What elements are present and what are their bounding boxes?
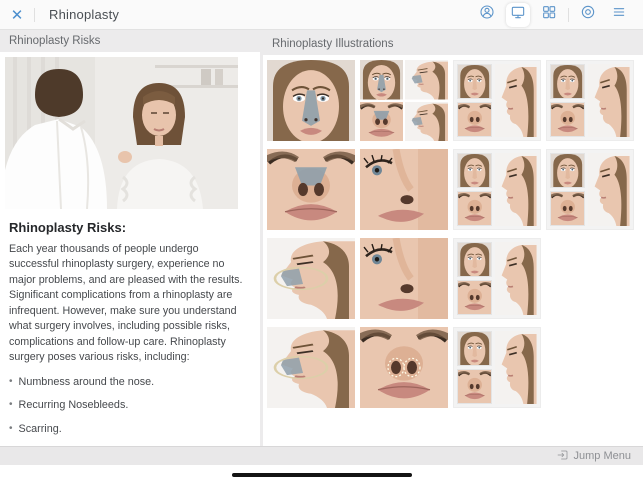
illustration-thumbnail[interactable]: [267, 60, 355, 141]
risks-pane: Rhinoplasty Risks: [0, 30, 260, 446]
grid-icon: [541, 4, 557, 25]
thumb-profile: [495, 242, 537, 315]
thumb-profile: [588, 64, 630, 137]
illustration-thumbnail[interactable]: [360, 149, 448, 230]
close-icon: ✕: [11, 6, 24, 24]
home-strip: [0, 465, 643, 482]
thumb-up: [457, 191, 492, 226]
illustrations-card: [263, 55, 643, 446]
thumb-front: [550, 64, 585, 99]
top-bar: ✕ Rhinoplasty: [0, 0, 643, 30]
thumb-profile: [495, 64, 537, 137]
thumb-profile: [405, 102, 448, 142]
jump-menu-button[interactable]: Jump Menu: [557, 449, 631, 464]
risk-item: •Persistent Swelling.: [9, 445, 250, 446]
illustration-thumbnail[interactable]: [546, 149, 634, 230]
risks-intro-text: Each year thousands of people undergo su…: [9, 242, 250, 366]
grid-view-button[interactable]: [537, 3, 561, 27]
account-button[interactable]: [475, 3, 499, 27]
empty-cell: [546, 238, 634, 319]
bottom-bar: Jump Menu: [0, 446, 643, 465]
illustration-thumbnail[interactable]: [453, 238, 541, 319]
illustration-thumbnail[interactable]: [267, 327, 355, 408]
illustration-thumbnail[interactable]: [360, 238, 448, 319]
illustration-thumbnail[interactable]: [360, 327, 448, 408]
presentation-button[interactable]: [506, 3, 530, 27]
risks-list: •Numbness around the nose. •Recurring Nos…: [9, 375, 250, 446]
jump-menu-icon: [557, 449, 569, 464]
thumb-front: [360, 60, 403, 100]
thumb-up: [457, 369, 492, 404]
bullet-icon: •: [9, 445, 13, 446]
monitor-icon: [510, 4, 526, 25]
divider: [568, 8, 569, 22]
thumb-front: [457, 153, 492, 188]
risk-item: •Numbness around the nose.: [9, 375, 250, 389]
risks-card[interactable]: Rhinoplasty Risks: Each year thousands o…: [0, 52, 260, 446]
thumb-up: [457, 280, 492, 315]
illustration-thumbnail[interactable]: [360, 60, 448, 141]
illustration-thumbnail[interactable]: [453, 60, 541, 141]
empty-cell: [546, 327, 634, 408]
thumb-front: [457, 64, 492, 99]
thumb-profile: [405, 60, 448, 100]
thumb-front: [457, 242, 492, 277]
record-icon: [580, 4, 596, 25]
illustration-thumbnail[interactable]: [267, 149, 355, 230]
consultation-photo: [5, 57, 238, 209]
illustration-thumbnail[interactable]: [267, 238, 355, 319]
home-indicator[interactable]: [232, 473, 412, 477]
risks-heading: Rhinoplasty Risks:: [9, 220, 251, 235]
thumb-profile: [495, 331, 537, 404]
toolbar-icons: [475, 3, 643, 27]
thumb-profile: [495, 153, 537, 226]
thumb-profile: [588, 153, 630, 226]
illustrations-pane: Rhinoplasty Illustrations: [263, 30, 643, 446]
close-button[interactable]: ✕: [0, 0, 34, 30]
illustration-thumbnail[interactable]: [453, 149, 541, 230]
jump-menu-label: Jump Menu: [574, 450, 631, 462]
thumb-front: [457, 331, 492, 366]
menu-button[interactable]: [607, 3, 631, 27]
illustration-thumbnail[interactable]: [453, 327, 541, 408]
bullet-icon: •: [9, 398, 13, 412]
account-icon: [479, 4, 495, 25]
app-window: ✕ Rhinoplasty Rhinoplasty R: [0, 0, 643, 482]
content-area: Rhinoplasty Risks: [0, 30, 643, 446]
hamburger-icon: [611, 4, 627, 25]
page-title: Rhinoplasty: [49, 7, 119, 22]
risk-item: •Recurring Nosebleeds.: [9, 398, 250, 412]
bullet-icon: •: [9, 375, 13, 389]
illustrations-grid: [263, 55, 643, 413]
thumb-up: [360, 102, 403, 142]
thumb-up: [457, 102, 492, 137]
thumb-front: [550, 153, 585, 188]
record-button[interactable]: [576, 3, 600, 27]
illustrations-pane-header: Rhinoplasty Illustrations: [263, 30, 643, 55]
thumb-up: [550, 102, 585, 137]
divider: [34, 8, 35, 22]
thumb-up: [550, 191, 585, 226]
risks-pane-header: Rhinoplasty Risks: [0, 30, 260, 52]
bullet-icon: •: [9, 422, 13, 436]
risk-item: •Scarring.: [9, 422, 250, 436]
illustration-thumbnail[interactable]: [546, 60, 634, 141]
